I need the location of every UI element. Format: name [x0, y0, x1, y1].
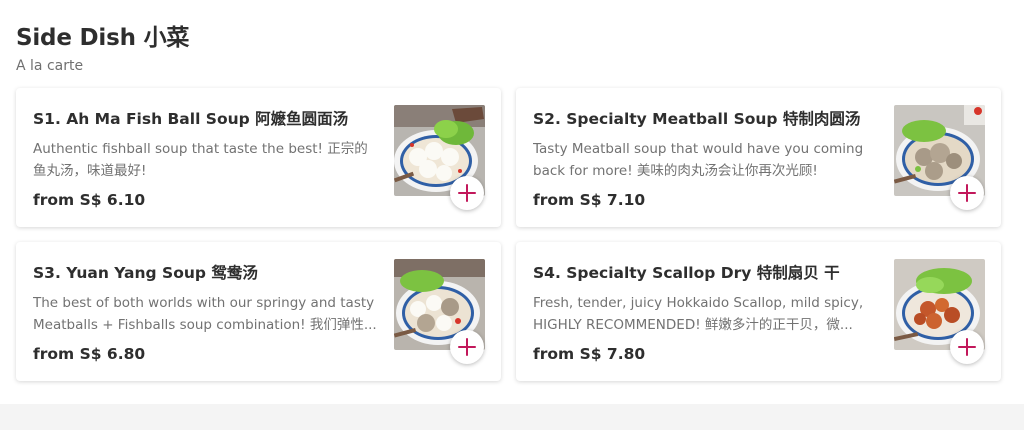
menu-item-text: S4. Specialty Scallop Dry 特制扇贝 干 Fresh, …	[533, 261, 878, 363]
plus-icon	[458, 338, 476, 356]
plus-icon	[958, 338, 976, 356]
add-to-cart-button[interactable]	[450, 176, 484, 210]
menu-item-card[interactable]: S1. Ah Ma Fish Ball Soup 阿嬷鱼圆面汤 Authenti…	[16, 88, 501, 227]
menu-item-name: S3. Yuan Yang Soup 鸳鸯汤	[33, 264, 258, 282]
menu-item-price: from S$ 6.10	[33, 191, 146, 209]
menu-item-name: S2. Specialty Meatball Soup 特制肉圆汤	[533, 110, 861, 128]
add-to-cart-button[interactable]	[950, 176, 984, 210]
add-to-cart-button[interactable]	[450, 330, 484, 364]
section-title: Side Dish 小菜	[16, 25, 190, 51]
menu-item-price: from S$ 6.80	[33, 345, 146, 363]
menu-item-name: S4. Specialty Scallop Dry 特制扇贝 干	[533, 264, 840, 282]
menu-item-price: from S$ 7.80	[533, 345, 646, 363]
menu-item-text: S3. Yuan Yang Soup 鸳鸯汤 The best of both …	[33, 261, 378, 363]
menu-item-text: S2. Specialty Meatball Soup 特制肉圆汤 Tasty …	[533, 107, 878, 209]
section-subtitle: A la carte	[16, 58, 84, 74]
menu-grid: S1. Ah Ma Fish Ball Soup 阿嬷鱼圆面汤 Authenti…	[16, 88, 1001, 381]
menu-item-card[interactable]: S2. Specialty Meatball Soup 特制肉圆汤 Tasty …	[516, 88, 1001, 227]
menu-item-text: S1. Ah Ma Fish Ball Soup 阿嬷鱼圆面汤 Authenti…	[33, 107, 378, 209]
menu-item-price: from S$ 7.10	[533, 191, 646, 209]
menu-item-description: The best of both worlds with our springy…	[33, 295, 377, 333]
add-to-cart-button[interactable]	[950, 330, 984, 364]
menu-item-description: Tasty Meatball soup that would have you …	[533, 141, 864, 179]
menu-item-card[interactable]: S4. Specialty Scallop Dry 特制扇贝 干 Fresh, …	[516, 242, 1001, 381]
menu-item-card[interactable]: S3. Yuan Yang Soup 鸳鸯汤 The best of both …	[16, 242, 501, 381]
menu-item-name: S1. Ah Ma Fish Ball Soup 阿嬷鱼圆面汤	[33, 110, 349, 128]
plus-icon	[958, 184, 976, 202]
section-header: Side Dish 小菜 A la carte	[16, 18, 189, 74]
menu-item-description: Fresh, tender, juicy Hokkaido Scallop, m…	[533, 295, 864, 333]
plus-icon	[458, 184, 476, 202]
next-section-band	[0, 404, 1024, 430]
menu-item-description: Authentic fishball soup that taste the b…	[33, 141, 368, 179]
